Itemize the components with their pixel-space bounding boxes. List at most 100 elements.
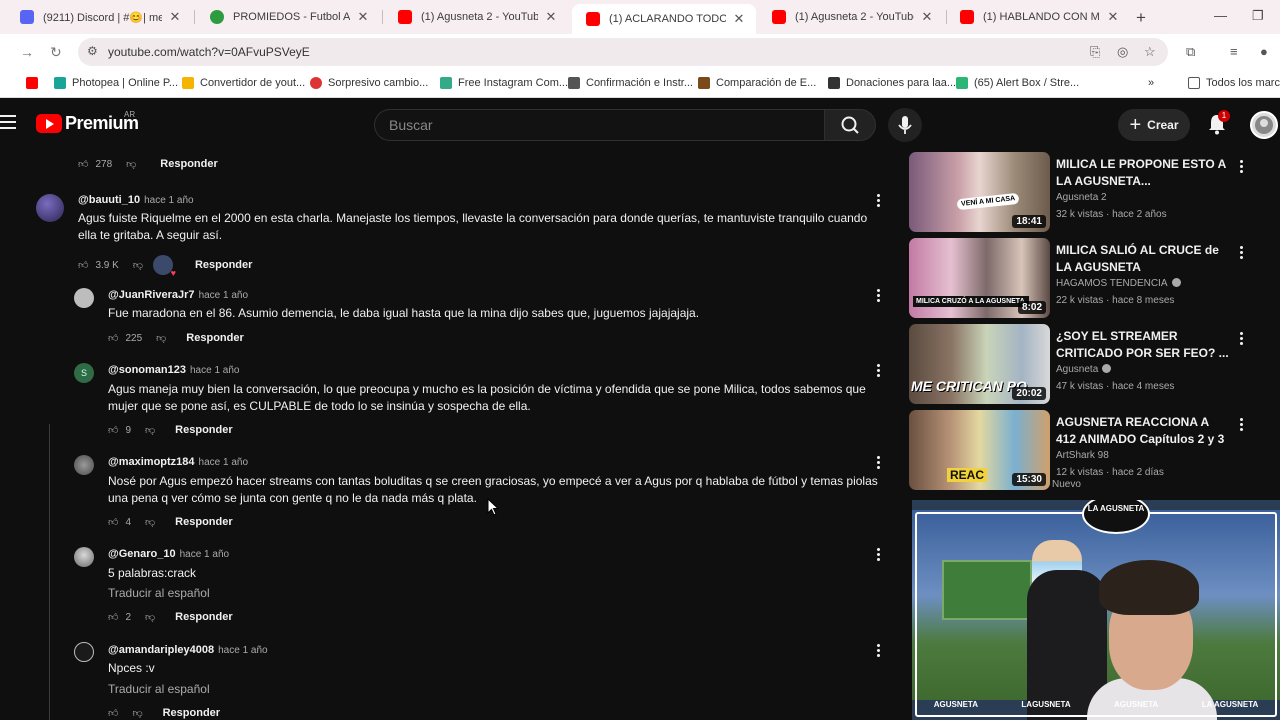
browser-tab[interactable]: (1) Agusneta 2 - YouTube ✕ (384, 4, 568, 30)
like-icon[interactable]: 👍︎ (108, 611, 118, 623)
reply-button[interactable]: Responder (175, 516, 232, 528)
video-title[interactable]: MILICA SALIÓ AL CRUCE de LA AGUSNETA (1056, 242, 1231, 276)
dislike-icon[interactable]: 👎︎ (145, 611, 155, 623)
avatar[interactable] (74, 455, 94, 475)
back-icon[interactable]: → (20, 44, 34, 60)
dislike-icon[interactable]: 👎︎ (145, 424, 155, 436)
dislike-icon[interactable]: 👎︎ (132, 707, 142, 719)
more-options-icon[interactable] (877, 456, 881, 471)
like-icon[interactable]: 👍︎ (78, 259, 88, 271)
more-options-icon[interactable] (877, 644, 881, 659)
bookmark-item[interactable]: Convertidor de yout... (182, 77, 305, 89)
more-options-icon[interactable] (877, 194, 881, 209)
reload-icon[interactable]: ↻ (50, 44, 62, 61)
profile-icon[interactable]: ● (1260, 44, 1268, 59)
browser-tab[interactable]: PROMIEDOS - Futbol Argent ✕ (196, 4, 380, 30)
browser-tab-active[interactable]: (1) ACLARANDO TODO CON ✕ (572, 4, 756, 34)
like-icon[interactable]: 👍︎ (108, 707, 118, 719)
video-thumbnail[interactable]: VENÍ A MI CASA 18:41 (909, 152, 1050, 232)
cast-icon[interactable]: ⎘ (1090, 44, 1100, 60)
reply-button[interactable]: Responder (175, 611, 232, 623)
reply-button[interactable]: Responder (160, 158, 217, 170)
more-options-icon[interactable] (1240, 246, 1244, 261)
reply-button[interactable]: Responder (175, 424, 232, 436)
browser-tab[interactable]: (1) Agusneta 2 - YouTube ✕ (758, 4, 944, 30)
channel-name[interactable]: Agusneta (1056, 364, 1112, 375)
video-card[interactable]: MILICA CRUZÓ A LA AGUSNETA 8:02 MILICA S… (909, 238, 1269, 318)
like-icon[interactable]: 👍︎ (108, 424, 118, 436)
close-tab-icon[interactable]: ✕ (920, 9, 934, 25)
reply-button[interactable]: Responder (186, 332, 243, 344)
like-icon[interactable]: 👍︎ (78, 158, 88, 170)
translate-link[interactable]: Traducir al español (108, 586, 210, 600)
avatar[interactable] (74, 288, 94, 308)
voice-search-button[interactable] (888, 108, 922, 142)
media-icon[interactable]: ≡ (1230, 44, 1238, 59)
all-bookmarks[interactable]: Todos los marca (1188, 77, 1280, 89)
close-tab-icon[interactable]: ✕ (732, 11, 746, 27)
account-avatar[interactable] (1250, 111, 1278, 139)
avatar[interactable] (74, 642, 94, 662)
more-options-icon[interactable] (1240, 418, 1244, 433)
bookmark-item[interactable]: Photopea | Online P... (54, 77, 178, 89)
extensions-icon[interactable]: ⧉ (1186, 44, 1195, 60)
video-card[interactable]: REAC 15:30 AGUSNETA REACCIONA A 412 ANIM… (909, 410, 1269, 490)
video-thumbnail[interactable]: REAC 15:30 (909, 410, 1050, 490)
bookmark-item[interactable]: Confirmación e Instr... (568, 77, 693, 89)
comment-author[interactable]: @sonoman123 hace 1 año (108, 364, 239, 376)
avatar[interactable]: S (74, 363, 94, 383)
like-icon[interactable]: 👍︎ (108, 516, 118, 528)
browser-tab[interactable]: (1) HABLANDO CON MILICA ✕ (946, 4, 1130, 30)
create-button[interactable]: + Crear (1118, 109, 1190, 141)
minimize-icon[interactable]: — (1214, 8, 1227, 23)
address-bar[interactable]: ⚙ youtube.com/watch?v=0AFvuPSVeyE (78, 38, 1168, 66)
bookmark-item[interactable]: Donaciones para laa... (828, 77, 956, 89)
channel-name[interactable]: HAGAMOS TENDENCIA (1056, 278, 1181, 289)
more-options-icon[interactable] (877, 364, 881, 379)
video-title[interactable]: MILICA LE PROPONE ESTO A LA AGUSNETA... (1056, 156, 1231, 190)
video-title[interactable]: ¿SOY EL STREAMER CRITICADO POR SER FEO? … (1056, 328, 1231, 362)
comment-author[interactable]: @maximoptz184 hace 1 año (108, 456, 248, 468)
more-options-icon[interactable] (1240, 160, 1244, 175)
menu-icon[interactable] (0, 115, 16, 133)
channel-name[interactable]: Agusneta 2 (1056, 192, 1107, 203)
bookmark-item[interactable]: (65) Alert Box / Stre... (956, 77, 1079, 89)
more-options-icon[interactable] (1240, 332, 1244, 347)
channel-name[interactable]: ArtShark 98 (1056, 450, 1109, 461)
comment-author[interactable]: @amandaripley4008 hace 1 año (108, 644, 268, 656)
search-input[interactable]: Buscar (374, 109, 824, 141)
close-tab-icon[interactable]: ✕ (1106, 9, 1120, 25)
like-icon[interactable]: 👍︎ (108, 332, 118, 344)
comment-author[interactable]: @bauuti_10 hace 1 año (78, 194, 194, 206)
dislike-icon[interactable]: 👎︎ (145, 516, 155, 528)
dislike-icon[interactable]: 👎︎ (126, 158, 136, 170)
more-options-icon[interactable] (877, 289, 881, 304)
bookmark-item[interactable]: Free Instagram Com... (440, 77, 568, 89)
bookmark-item[interactable]: Sorpresivo cambio... (310, 77, 428, 89)
more-options-icon[interactable] (877, 548, 881, 563)
video-title[interactable]: AGUSNETA REACCIONA A 412 ANIMADO Capítul… (1056, 414, 1231, 448)
new-tab-button[interactable]: + (1136, 8, 1146, 28)
close-tab-icon[interactable]: ✕ (544, 9, 558, 25)
close-tab-icon[interactable]: ✕ (356, 9, 370, 25)
more-bookmarks-icon[interactable]: » (1148, 77, 1154, 89)
comment-author[interactable]: @JuanRiveraJr7 hace 1 año (108, 289, 248, 301)
video-card[interactable]: ME CRITICAN PO 20:02 ¿SOY EL STREAMER CR… (909, 324, 1269, 404)
translate-link[interactable]: Traducir al español (108, 682, 210, 696)
bookmark-item[interactable]: Comparación de E... (698, 77, 816, 89)
maximize-icon[interactable]: ❐ (1252, 8, 1264, 24)
bookmark-star-icon[interactable]: ☆ (1144, 44, 1156, 60)
avatar[interactable] (36, 194, 64, 222)
dislike-icon[interactable]: 👎︎ (133, 259, 143, 271)
search-button[interactable] (824, 109, 876, 141)
site-info-icon[interactable]: ⚙ (87, 44, 98, 58)
dislike-icon[interactable]: 👎︎ (156, 332, 166, 344)
reply-button[interactable]: Responder (195, 259, 252, 271)
browser-tab[interactable]: (9211) Discord | #😊| meme ✕ (6, 4, 192, 30)
comment-author[interactable]: @Genaro_10 hace 1 año (108, 548, 229, 560)
video-thumbnail[interactable]: MILICA CRUZÓ A LA AGUSNETA 8:02 (909, 238, 1050, 318)
eye-off-icon[interactable]: ◎ (1117, 44, 1128, 60)
bookmark-item[interactable] (26, 77, 44, 89)
video-card[interactable]: VENÍ A MI CASA 18:41 MILICA LE PROPONE E… (909, 152, 1269, 232)
avatar[interactable] (74, 547, 94, 567)
